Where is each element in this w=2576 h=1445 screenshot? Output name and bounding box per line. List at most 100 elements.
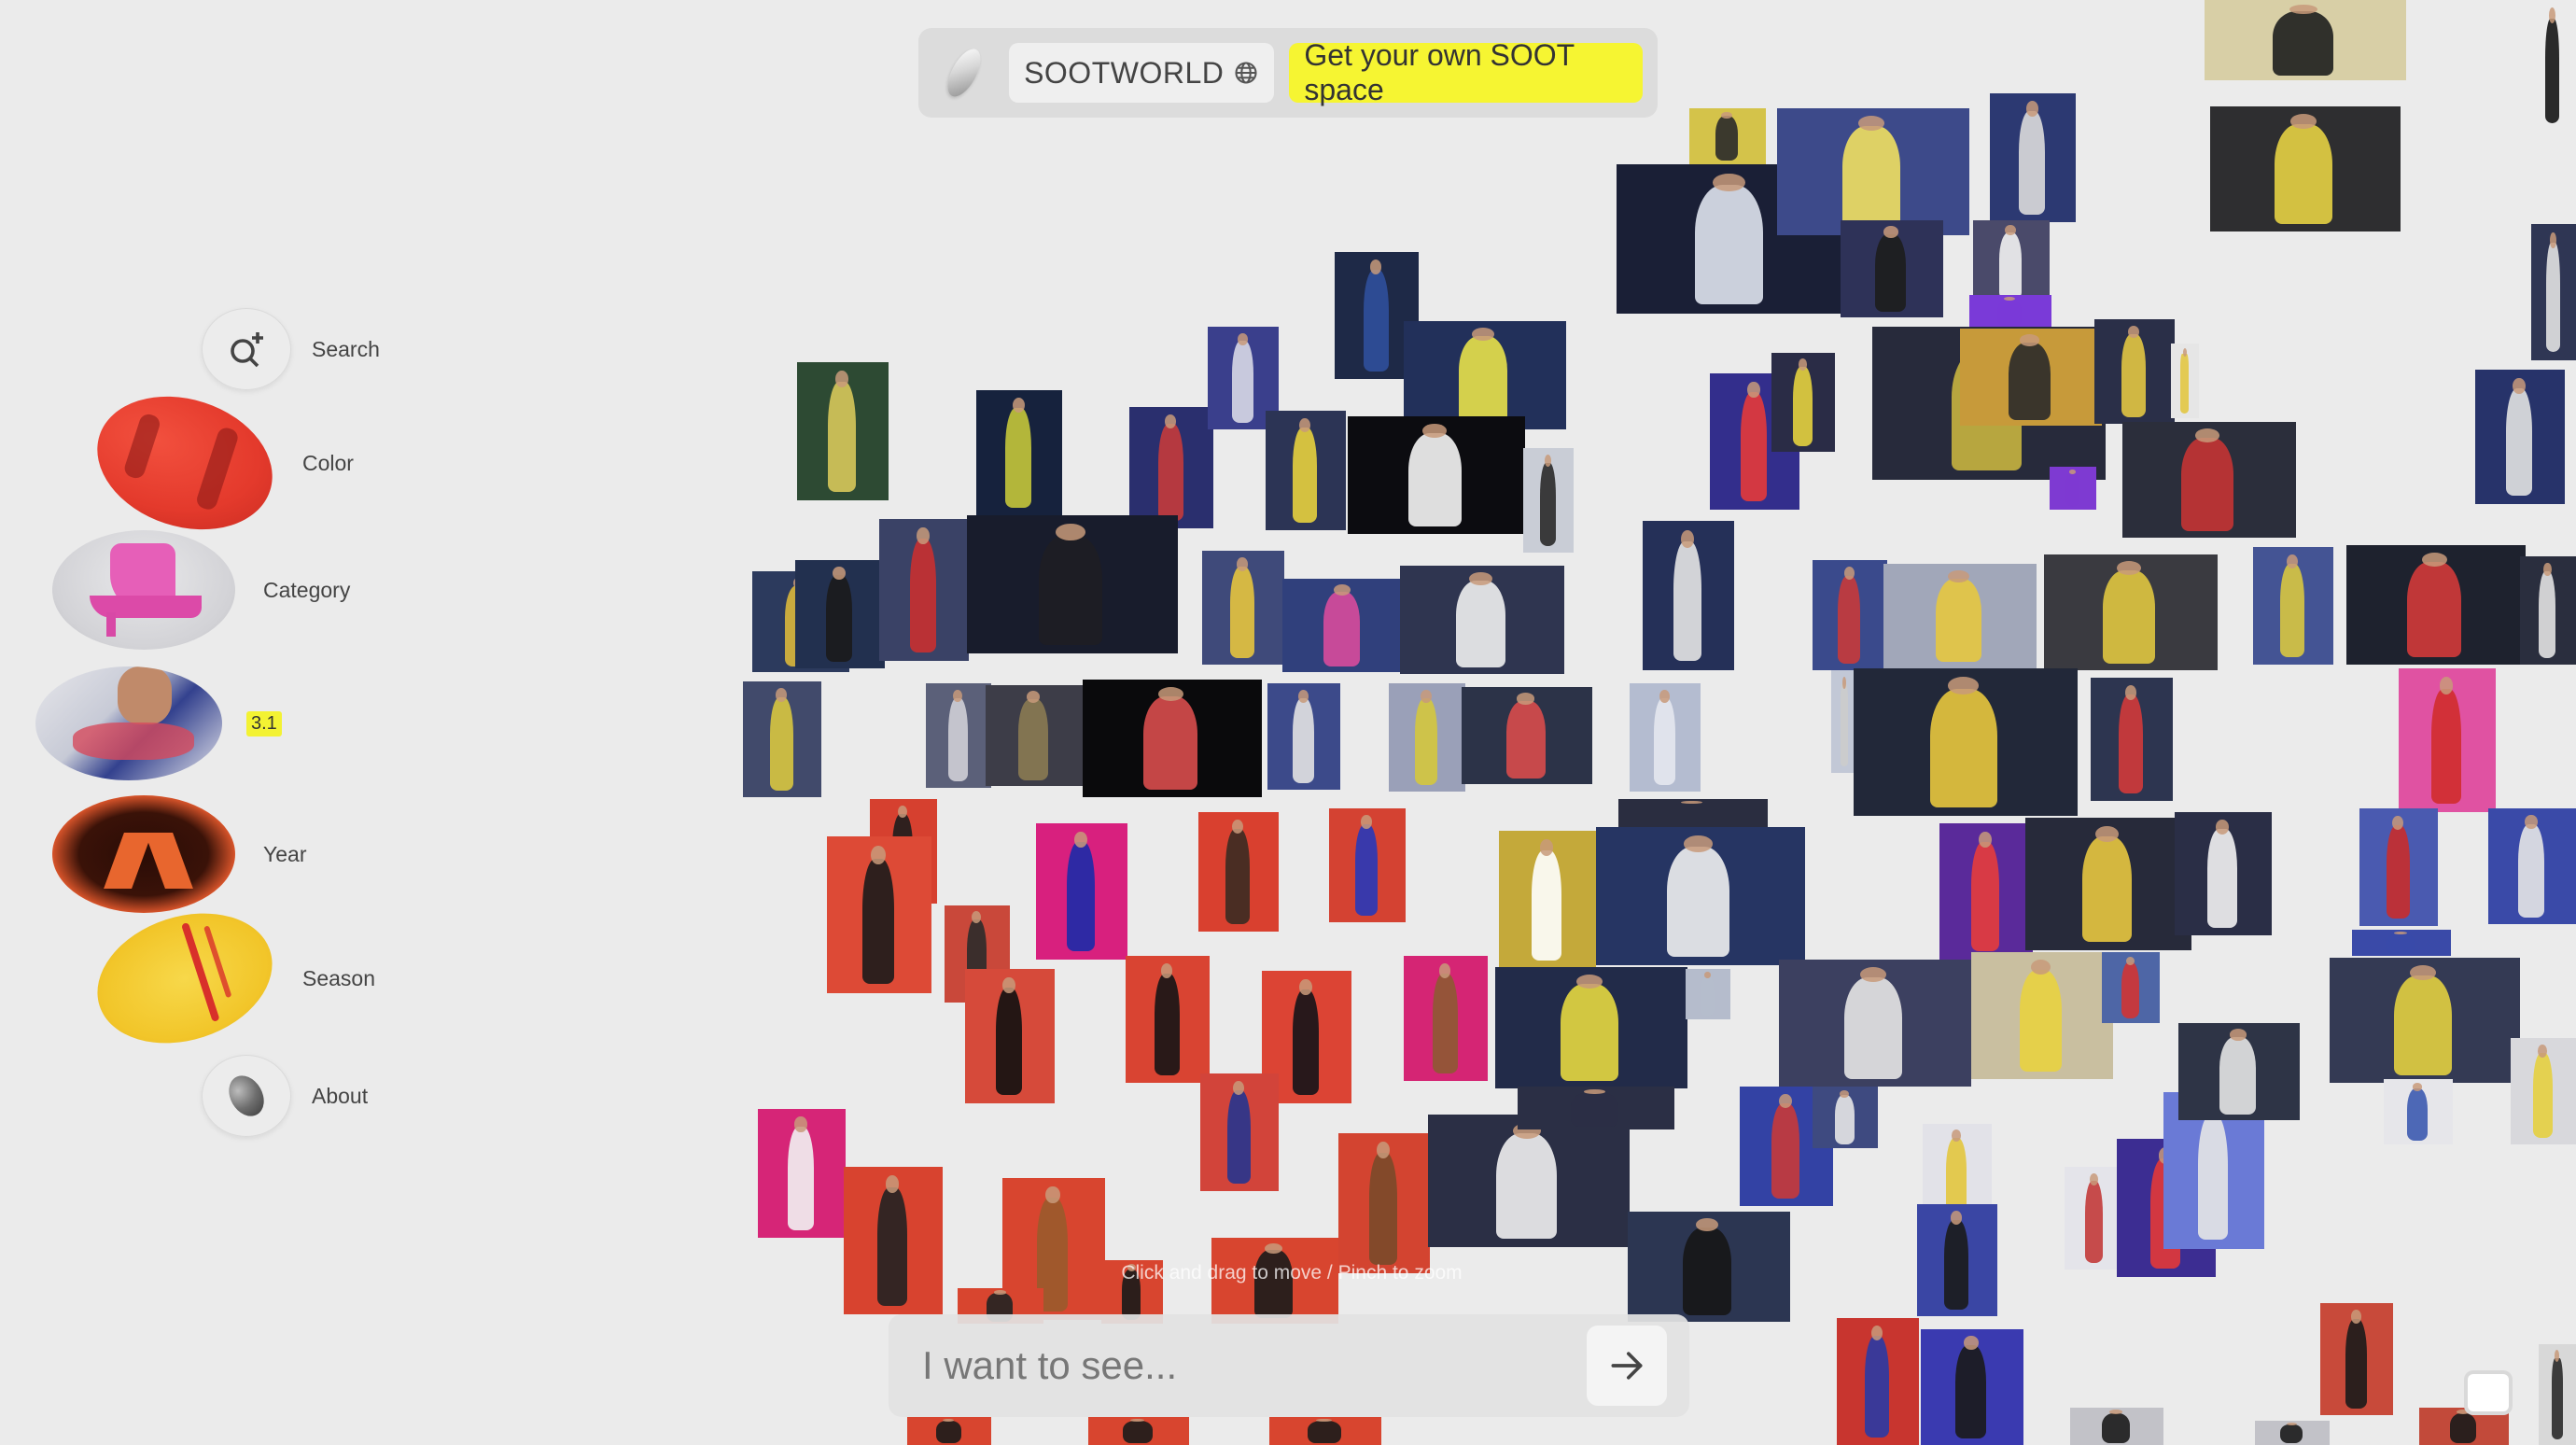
photo-tile[interactable] <box>965 969 1055 1103</box>
photo-tile[interactable] <box>1126 956 1210 1083</box>
photo-tile[interactable] <box>1198 812 1279 932</box>
search-button[interactable] <box>202 308 291 390</box>
photo-tile[interactable] <box>1348 416 1525 534</box>
photo-tile[interactable] <box>2210 106 2401 231</box>
photo-tile[interactable] <box>2050 467 2096 510</box>
photo-tile[interactable] <box>926 683 991 788</box>
photo-tile[interactable] <box>1917 1204 1997 1316</box>
get-soot-space-button[interactable]: Get your own SOOT space <box>1289 38 1643 106</box>
photo-tile[interactable] <box>1960 329 2102 426</box>
photo-tile[interactable] <box>795 560 885 668</box>
photo-tile[interactable] <box>907 1417 991 1445</box>
photo-tile[interactable] <box>2178 1023 2300 1120</box>
photo-tile[interactable] <box>2330 958 2520 1083</box>
photo-tile[interactable] <box>1404 956 1488 1081</box>
sidebar-item-season[interactable]: Season <box>80 891 375 1065</box>
photo-tile[interactable] <box>2475 370 2565 504</box>
photo-tile[interactable] <box>2205 0 2406 80</box>
photo-tile[interactable] <box>1404 321 1566 429</box>
photo-tile[interactable] <box>1628 1212 1790 1322</box>
about-button[interactable] <box>202 1055 291 1137</box>
photo-tile[interactable] <box>2044 554 2218 670</box>
photo-tile[interactable] <box>1129 407 1213 528</box>
photo-tile[interactable] <box>2520 556 2576 665</box>
photo-tile[interactable] <box>1267 683 1340 790</box>
photo-tile[interactable] <box>1971 952 2113 1079</box>
photo-tile[interactable] <box>2511 1038 2576 1144</box>
photo-tile[interactable] <box>2065 1167 2124 1270</box>
photo-tile[interactable] <box>1771 353 1835 452</box>
photo-tile[interactable] <box>2399 668 2496 812</box>
photo-tile[interactable] <box>1990 93 2076 222</box>
photo-tile[interactable] <box>967 515 1178 653</box>
photo-tile[interactable] <box>2384 1079 2453 1144</box>
photo-tile[interactable] <box>1921 1329 2023 1445</box>
photo-tile[interactable] <box>1883 564 2037 668</box>
photo-tile[interactable] <box>1389 683 1465 792</box>
photo-tile[interactable] <box>1462 687 1592 784</box>
photo-tile[interactable] <box>1083 680 1262 797</box>
photo-tile[interactable] <box>1495 967 1687 1088</box>
sidebar-item-search[interactable]: Search <box>202 308 380 390</box>
photo-tile[interactable] <box>1036 823 1127 960</box>
photo-tile[interactable] <box>743 681 821 797</box>
photo-tile[interactable] <box>1269 1417 1381 1445</box>
photo-tile[interactable] <box>1969 295 2051 329</box>
photo-tile[interactable] <box>1841 220 1943 317</box>
photo-tile[interactable] <box>1643 521 1734 670</box>
sidebar-item-category[interactable]: Category <box>52 530 350 650</box>
photo-tile[interactable] <box>1973 220 2050 304</box>
photo-tile[interactable] <box>1428 1115 1630 1247</box>
photo-tile[interactable] <box>1939 823 2033 960</box>
photo-tile[interactable] <box>2253 547 2333 665</box>
photo-tile[interactable] <box>1266 411 1346 530</box>
photo-tile[interactable] <box>976 390 1062 515</box>
photo-tile[interactable] <box>2091 678 2173 801</box>
view-toggle-button[interactable] <box>2468 1374 2509 1411</box>
photo-tile[interactable] <box>2175 812 2272 935</box>
photo-tile[interactable] <box>2122 422 2296 538</box>
photo-tile[interactable] <box>1282 579 1404 672</box>
photo-tile[interactable] <box>2352 930 2451 956</box>
photo-tile[interactable] <box>844 1167 943 1314</box>
logo-button[interactable] <box>933 39 994 106</box>
photo-tile[interactable] <box>986 685 1083 786</box>
photo-tile[interactable] <box>1499 831 1596 969</box>
photo-tile[interactable] <box>1200 1073 1279 1191</box>
photo-tile[interactable] <box>2094 319 2175 424</box>
sidebar-item-color[interactable]: Color <box>79 374 354 552</box>
photo-tile[interactable] <box>2488 808 2576 924</box>
photo-tile[interactable] <box>1686 969 1730 1019</box>
photo-tile[interactable] <box>827 836 931 993</box>
photo-tile[interactable] <box>1523 448 1574 553</box>
photo-tile[interactable] <box>797 362 889 500</box>
sidebar-item-year[interactable]: Year <box>52 795 306 913</box>
photo-tile[interactable] <box>2539 1344 2576 1445</box>
photo-tile[interactable] <box>1088 1417 1189 1445</box>
photo-tile[interactable] <box>1338 1133 1430 1273</box>
photo-tile[interactable] <box>1618 799 1768 827</box>
photo-tile[interactable] <box>2419 1408 2509 1445</box>
photo-tile[interactable] <box>2346 545 2526 665</box>
photo-tile[interactable] <box>2255 1421 2330 1445</box>
photo-tile[interactable] <box>2102 952 2160 1023</box>
photo-tile[interactable] <box>1837 1318 1919 1445</box>
sidebar-item-model[interactable]: 3.1 <box>35 666 282 780</box>
photo-tile[interactable] <box>1813 1087 1878 1148</box>
photo-tile[interactable] <box>1777 108 1969 235</box>
photo-tile[interactable] <box>2171 344 2199 418</box>
photo-tile[interactable] <box>2359 808 2438 926</box>
photo-tile[interactable] <box>1779 960 1971 1087</box>
photo-tile[interactable] <box>1854 668 2078 816</box>
photo-tile[interactable] <box>1630 683 1701 792</box>
photo-tile[interactable] <box>2529 0 2576 131</box>
sootworld-button[interactable]: SOOTWORLD <box>1009 43 1275 103</box>
photo-tile[interactable] <box>2531 224 2576 360</box>
photo-tile[interactable] <box>1596 827 1805 965</box>
photo-tile[interactable] <box>1518 1087 1674 1129</box>
submit-button[interactable] <box>1587 1326 1667 1406</box>
photo-tile[interactable] <box>879 519 969 661</box>
photo-tile[interactable] <box>1329 808 1406 922</box>
prompt-input[interactable] <box>920 1342 1587 1389</box>
sidebar-item-about[interactable]: About <box>202 1055 368 1137</box>
